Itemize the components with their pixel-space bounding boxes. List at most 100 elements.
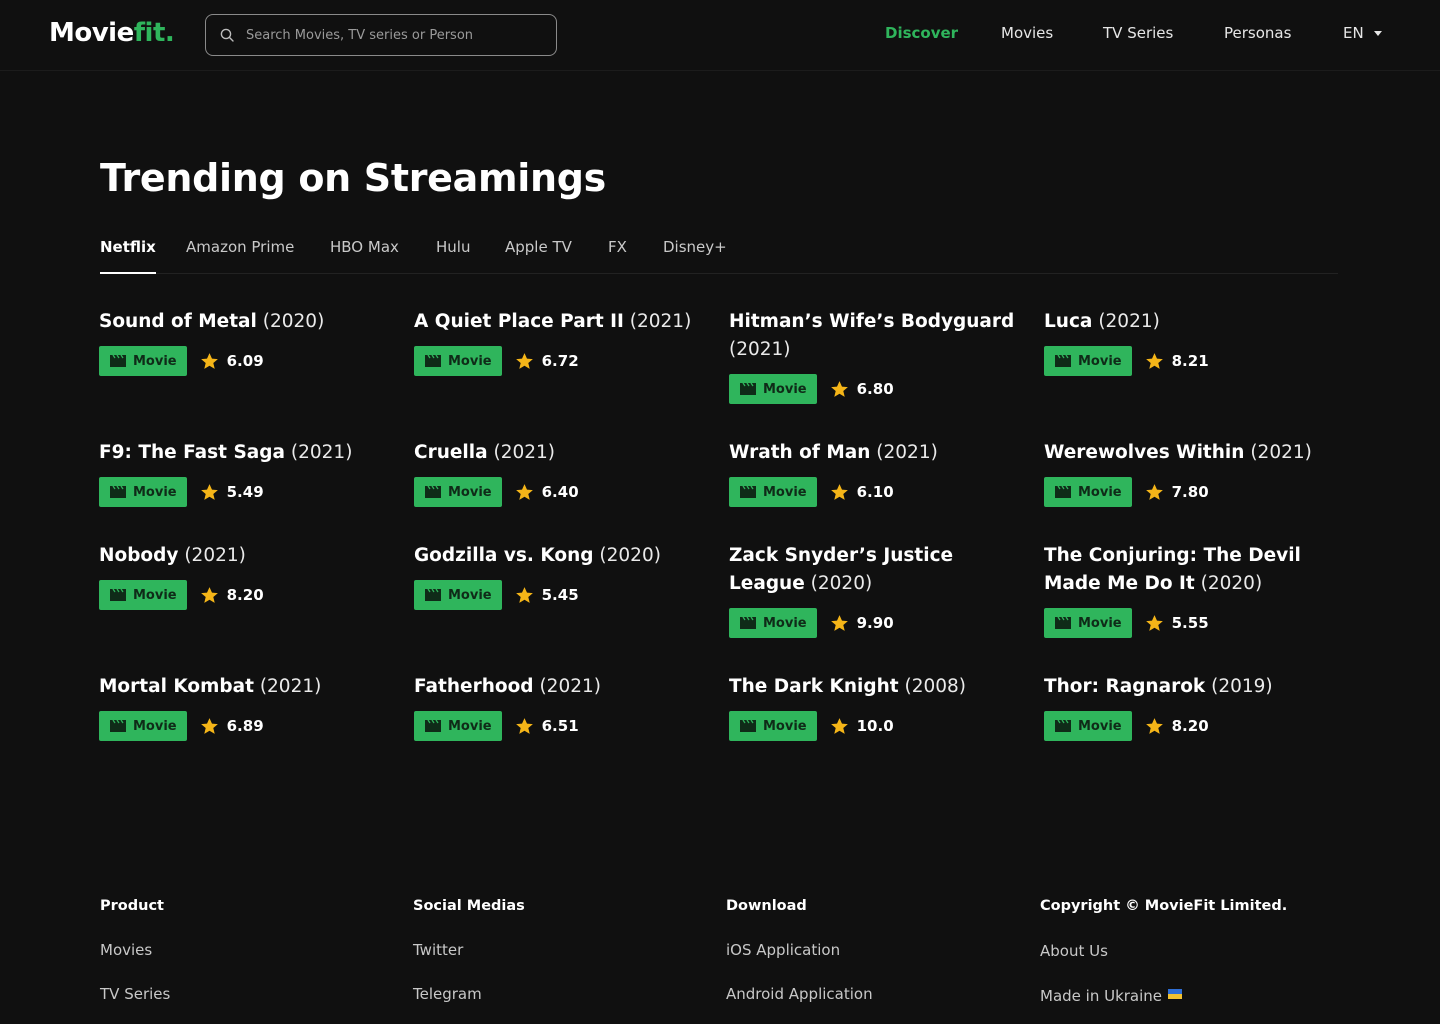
tab-netflix[interactable]: Netflix: [100, 238, 156, 274]
rating: 6.89: [200, 717, 264, 736]
title-meta: Movie 5.55: [1044, 608, 1334, 638]
title-card[interactable]: The Conjuring: The Devil Made Me Do It (…: [1044, 542, 1334, 638]
title-heading[interactable]: Nobody (2021): [99, 542, 389, 570]
title-year: (2021): [184, 545, 246, 566]
title-heading[interactable]: Sound of Metal (2020): [99, 308, 389, 336]
clapperboard-icon: [740, 382, 756, 395]
title-card[interactable]: Zack Snyder’s Justice League (2020) Movi…: [729, 542, 1019, 638]
rating-value: 5.45: [541, 586, 579, 604]
tab-amazon-prime[interactable]: Amazon Prime: [186, 238, 294, 274]
nav-tv-series[interactable]: TV Series: [1103, 24, 1173, 42]
footer-link-ios[interactable]: iOS Application: [726, 941, 840, 959]
footer-link-telegram[interactable]: Telegram: [413, 985, 482, 1003]
title-meta: Movie 8.20: [1044, 711, 1334, 741]
title-meta: Movie 5.49: [99, 477, 389, 507]
title-card[interactable]: Thor: Ragnarok (2019) Movie 8.20: [1044, 673, 1334, 741]
type-label: Movie: [448, 718, 492, 734]
search-input[interactable]: [246, 15, 546, 55]
star-icon: [1145, 483, 1163, 500]
footer-link-about[interactable]: About Us: [1040, 942, 1108, 960]
type-badge: Movie: [1044, 608, 1132, 638]
title-heading[interactable]: The Conjuring: The Devil Made Me Do It (…: [1044, 542, 1334, 598]
title-name: Godzilla vs. Kong: [414, 545, 594, 566]
title-heading[interactable]: Thor: Ragnarok (2019): [1044, 673, 1334, 701]
rating-value: 5.49: [226, 483, 264, 501]
title-name: The Dark Knight: [729, 676, 899, 697]
title-heading[interactable]: A Quiet Place Part II (2021): [414, 308, 704, 336]
rating: 6.10: [830, 483, 894, 502]
footer-social: Social Medias Twitter Telegram: [413, 898, 525, 1003]
tab-hbo-max[interactable]: HBO Max: [330, 238, 399, 274]
type-label: Movie: [133, 587, 177, 603]
title-meta: Movie 6.89: [99, 711, 389, 741]
rating: 5.49: [200, 483, 264, 502]
clapperboard-icon: [110, 719, 126, 732]
title-card[interactable]: The Dark Knight (2008) Movie 10.0: [729, 673, 1019, 741]
title-heading[interactable]: Werewolves Within (2021): [1044, 439, 1334, 467]
title-heading[interactable]: Luca (2021): [1044, 308, 1334, 336]
title-card[interactable]: Hitman’s Wife’s Bodyguard (2021) Movie 6…: [729, 308, 1019, 404]
title-meta: Movie 6.09: [99, 346, 389, 376]
type-label: Movie: [763, 718, 807, 734]
title-year: (2021): [1250, 442, 1312, 463]
title-heading[interactable]: Cruella (2021): [414, 439, 704, 467]
star-icon: [1145, 352, 1163, 369]
title-name: Mortal Kombat: [99, 676, 254, 697]
clapperboard-icon: [740, 616, 756, 629]
title-meta: Movie 6.10: [729, 477, 1019, 507]
title-card[interactable]: Nobody (2021) Movie 8.20: [99, 542, 389, 610]
clapperboard-icon: [425, 485, 441, 498]
rating: 10.0: [830, 717, 894, 736]
footer-link-tv-series[interactable]: TV Series: [100, 985, 170, 1003]
type-label: Movie: [448, 353, 492, 369]
type-label: Movie: [763, 615, 807, 631]
title-card[interactable]: Sound of Metal (2020) Movie 6.09: [99, 308, 389, 376]
title-card[interactable]: Cruella (2021) Movie 6.40: [414, 439, 704, 507]
title-heading[interactable]: Fatherhood (2021): [414, 673, 704, 701]
tab-hulu[interactable]: Hulu: [436, 238, 470, 274]
title-heading[interactable]: Godzilla vs. Kong (2020): [414, 542, 704, 570]
nav-discover[interactable]: Discover: [885, 24, 958, 42]
title-name: Wrath of Man: [729, 442, 871, 463]
tab-fx[interactable]: FX: [608, 238, 627, 274]
title-card[interactable]: F9: The Fast Saga (2021) Movie 5.49: [99, 439, 389, 507]
title-card[interactable]: Werewolves Within (2021) Movie 7.80: [1044, 439, 1334, 507]
title-heading[interactable]: The Dark Knight (2008): [729, 673, 1019, 701]
title-heading[interactable]: F9: The Fast Saga (2021): [99, 439, 389, 467]
title-card[interactable]: Godzilla vs. Kong (2020) Movie 5.45: [414, 542, 704, 610]
title-card[interactable]: Mortal Kombat (2021) Movie 6.89: [99, 673, 389, 741]
title-heading[interactable]: Hitman’s Wife’s Bodyguard (2021): [729, 308, 1019, 364]
title-heading[interactable]: Zack Snyder’s Justice League (2020): [729, 542, 1019, 598]
star-icon: [515, 586, 533, 603]
footer-link-twitter[interactable]: Twitter: [413, 941, 463, 959]
type-badge: Movie: [414, 711, 502, 741]
nav-personas[interactable]: Personas: [1224, 24, 1291, 42]
star-icon: [830, 614, 848, 631]
title-name: Fatherhood: [414, 676, 534, 697]
title-card[interactable]: Wrath of Man (2021) Movie 6.10: [729, 439, 1019, 507]
title-card[interactable]: A Quiet Place Part II (2021) Movie 6.72: [414, 308, 704, 376]
tab-apple-tv[interactable]: Apple TV: [505, 238, 572, 274]
star-icon: [515, 483, 533, 500]
title-year: (2021): [1098, 311, 1160, 332]
rating: 6.51: [515, 717, 579, 736]
type-label: Movie: [763, 381, 807, 397]
title-heading[interactable]: Mortal Kombat (2021): [99, 673, 389, 701]
star-icon: [200, 717, 218, 734]
language-selector[interactable]: EN: [1343, 24, 1382, 42]
footer-heading-download: Download: [726, 898, 807, 914]
title-card[interactable]: Luca (2021) Movie 8.21: [1044, 308, 1334, 376]
title-year: (2019): [1211, 676, 1273, 697]
title-heading[interactable]: Wrath of Man (2021): [729, 439, 1019, 467]
footer-link-android[interactable]: Android Application: [726, 985, 873, 1003]
title-card[interactable]: Fatherhood (2021) Movie 6.51: [414, 673, 704, 741]
tab-disney-plus[interactable]: Disney+: [663, 238, 727, 274]
search-box[interactable]: [205, 14, 557, 56]
clapperboard-icon: [425, 354, 441, 367]
nav-movies[interactable]: Movies: [1001, 24, 1053, 42]
clapperboard-icon: [110, 588, 126, 601]
title-year: (2021): [259, 676, 322, 697]
type-label: Movie: [1078, 718, 1122, 734]
logo[interactable]: Moviefit.: [49, 18, 175, 48]
footer-link-movies[interactable]: Movies: [100, 941, 152, 959]
